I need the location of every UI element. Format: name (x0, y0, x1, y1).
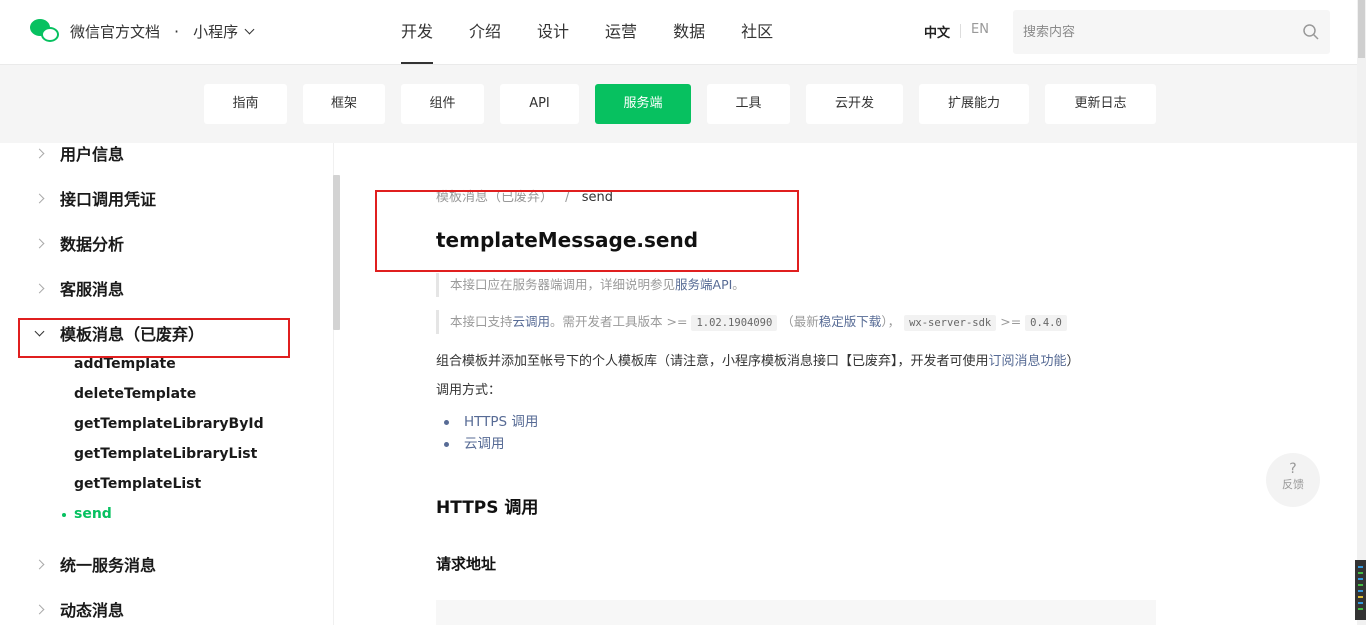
code-block (436, 600, 1156, 625)
sidebar-group-label: 统一服务消息 (60, 556, 157, 575)
nav-item-develop[interactable]: 开发 (401, 0, 434, 64)
list-item: HTTPS 调用 (444, 411, 538, 433)
note-text: ）， (881, 314, 901, 329)
subscribe-message-link[interactable]: 订阅消息功能 (989, 354, 1067, 369)
product-selector[interactable]: 小程序 (193, 21, 255, 42)
search-box (1013, 10, 1330, 54)
tab-server[interactable]: 服务端 (595, 84, 691, 124)
help-icon: ? (1289, 461, 1297, 477)
tab-cloud[interactable]: 云开发 (806, 84, 903, 124)
chevron-right-icon (34, 283, 45, 293)
sidebar-group-label: 客服消息 (60, 280, 125, 299)
chevron-right-icon (34, 193, 45, 203)
note-text: >= (1000, 314, 1022, 329)
nav-item-community[interactable]: 社区 (741, 0, 773, 64)
sidebar-item-get-template-list[interactable]: getTemplateList (74, 476, 201, 492)
list-item: 云调用 (444, 433, 538, 455)
note-server-side: 本接口应在服务器端调用，详细说明参见服务端API。 (436, 273, 745, 297)
note-text: 本接口应在服务器端调用，详细说明参见 (450, 277, 676, 292)
search-input[interactable] (1013, 10, 1273, 54)
top-header: 微信官方文档 · 小程序 开发 介绍 设计 运营 数据 社区 中文 EN (0, 0, 1366, 65)
section-heading-request-url: 请求地址 (436, 555, 497, 573)
nav-item-data[interactable]: 数据 (673, 0, 705, 64)
tab-changelog[interactable]: 更新日志 (1045, 84, 1156, 124)
sidebar-group-analysis[interactable]: 数据分析 (34, 231, 125, 255)
call-methods-label: 调用方式： (436, 383, 502, 398)
tab-extensions[interactable]: 扩展能力 (919, 84, 1029, 124)
scrollbar-thumb[interactable] (1358, 0, 1365, 58)
note-text: 。需开发者工具版本 >= (550, 314, 688, 329)
sidebar-item-delete-template[interactable]: deleteTemplate (74, 386, 196, 402)
chevron-down-icon (244, 24, 255, 34)
tab-guide[interactable]: 指南 (204, 84, 287, 124)
sidebar-item-send[interactable]: send (62, 506, 112, 522)
chevron-right-icon (34, 604, 45, 614)
nav-item-intro[interactable]: 介绍 (469, 0, 501, 64)
sidebar-item-get-template-library-by-id[interactable]: getTemplateLibraryById (74, 416, 264, 432)
sidebar-group-uniform-message[interactable]: 统一服务消息 (34, 552, 157, 576)
description-text: ） (1066, 354, 1080, 369)
stable-download-link[interactable]: 稳定版下载 (819, 314, 882, 329)
highlight-box-title (375, 190, 799, 272)
sub-nav: 指南 框架 组件 API 服务端 工具 云开发 扩展能力 更新日志 (0, 65, 1366, 143)
brand-separator: · (174, 21, 180, 41)
lang-divider (960, 24, 962, 38)
feedback-label: 反馈 (1282, 478, 1304, 491)
note-text: 。 (732, 277, 745, 292)
note-cloud-call: 本接口支持云调用。需开发者工具版本 >= 1.02.1904090 （最新稳定版… (436, 310, 1067, 334)
page-scrollbar[interactable] (1357, 0, 1366, 625)
note-text: （最新 (781, 314, 819, 329)
description-text: 组合模板并添加至帐号下的个人模板库（请注意，小程序模板消息接口【已废弃】，开发者… (436, 354, 989, 369)
sidebar-group-updatable-message[interactable]: 动态消息 (34, 597, 125, 621)
sidebar-group-access-token[interactable]: 接口调用凭证 (34, 186, 157, 210)
lang-zh[interactable]: 中文 (924, 22, 950, 41)
note-text: 本接口支持 (450, 314, 513, 329)
chevron-right-icon (34, 148, 45, 158)
sdk-code: wx-server-sdk (904, 315, 997, 331)
version-code: 1.02.1904090 (691, 315, 778, 331)
chevron-right-icon (34, 238, 45, 248)
sidebar-group-label: 动态消息 (60, 601, 125, 620)
sidebar-item-get-template-library-list[interactable]: getTemplateLibraryList (74, 446, 257, 462)
highlight-box-sidebar (18, 318, 290, 358)
section-heading-https: HTTPS 调用 (436, 498, 539, 518)
call-methods-list: HTTPS 调用 云调用 (444, 411, 538, 455)
sidebar-group-label: 数据分析 (60, 235, 125, 254)
language-switch: 中文 EN (924, 22, 989, 41)
sidebar-group-label: 接口调用凭证 (60, 190, 157, 209)
lang-en[interactable]: EN (971, 22, 989, 41)
tab-tools[interactable]: 工具 (707, 84, 790, 124)
chevron-right-icon (34, 559, 45, 569)
tab-api[interactable]: API (500, 84, 579, 124)
tab-framework[interactable]: 框架 (303, 84, 385, 124)
sidebar-group-customer-service[interactable]: 客服消息 (34, 276, 125, 300)
feedback-button[interactable]: ? 反馈 (1266, 453, 1320, 507)
wechat-logo-icon (28, 16, 62, 46)
main-nav: 开发 介绍 设计 运营 数据 社区 (401, 0, 809, 64)
cloud-call-link[interactable]: 云调用 (513, 314, 551, 329)
description: 组合模板并添加至帐号下的个人模板库（请注意，小程序模板消息接口【已废弃】，开发者… (436, 350, 1080, 369)
logo[interactable]: 微信官方文档 · 小程序 (28, 16, 255, 46)
nav-item-design[interactable]: 设计 (537, 0, 569, 64)
sidebar-scrollbar[interactable] (333, 175, 340, 330)
https-call-link[interactable]: HTTPS 调用 (464, 411, 538, 433)
brand-title[interactable]: 微信官方文档 (70, 21, 160, 42)
equalizer-icon (1355, 560, 1366, 620)
search-icon[interactable] (1302, 23, 1320, 41)
sdk-version-code: 0.4.0 (1025, 315, 1067, 331)
product-label: 小程序 (193, 22, 239, 41)
server-api-link[interactable]: 服务端API (675, 277, 732, 292)
nav-item-operation[interactable]: 运营 (605, 0, 637, 64)
tab-components[interactable]: 组件 (401, 84, 484, 124)
cloud-call-anchor-link[interactable]: 云调用 (464, 433, 505, 455)
sidebar-item-add-template[interactable]: addTemplate (74, 356, 176, 372)
sidebar-group-label: 用户信息 (60, 145, 125, 164)
sidebar-group-user-info[interactable]: 用户信息 (34, 141, 125, 165)
